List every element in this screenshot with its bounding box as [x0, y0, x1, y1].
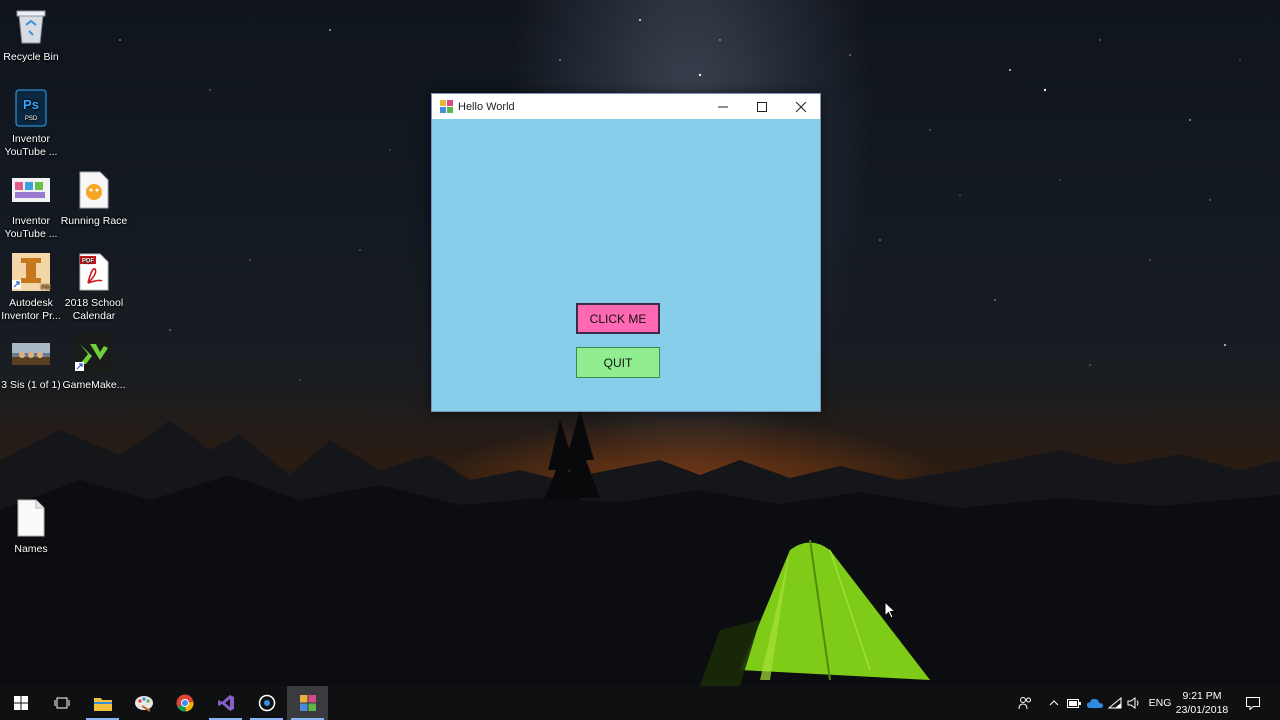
task-view-button[interactable] [41, 686, 82, 720]
network-tray[interactable] [1106, 686, 1124, 720]
photo-thumbnail-icon [11, 334, 51, 374]
desktop-icon-names-file[interactable]: Names [0, 498, 66, 556]
desktop-icon-label: Running Race [60, 215, 128, 227]
file-explorer-icon [93, 697, 112, 711]
hello-world-window[interactable]: Hello World CLICK ME QUIT [431, 93, 821, 412]
click-me-button[interactable]: CLICK ME [576, 303, 660, 334]
chevron-up-icon [1049, 700, 1059, 706]
paint-icon [134, 696, 153, 712]
minimize-icon [717, 106, 728, 107]
mountain-silhouette [0, 410, 1280, 686]
image-thumbnail-icon [11, 170, 51, 210]
minimize-button[interactable] [703, 94, 742, 119]
system-clock[interactable]: 9:21 PM 23/01/2018 [1172, 689, 1232, 717]
maximize-icon [756, 101, 767, 112]
clock-date: 23/01/2018 [1175, 704, 1229, 716]
input-language[interactable]: ENG [1148, 686, 1172, 720]
start-button[interactable] [0, 686, 41, 720]
battery-tray[interactable] [1065, 686, 1083, 720]
desktop-icon-label: Inventor YouTube ... [4, 133, 58, 158]
paint-button[interactable] [123, 686, 164, 720]
desktop-icon-gamemaker[interactable]: GameMake... [59, 334, 129, 392]
show-hidden-icons-button[interactable] [1044, 686, 1064, 720]
desktop-icon-school-calendar[interactable]: PDF 2018 School Calendar [59, 252, 129, 323]
speaker-icon [1127, 697, 1139, 709]
desktop-icon-label: 3 Sis (1 of 1) [1, 379, 61, 391]
onedrive-tray[interactable] [1085, 686, 1105, 720]
desktop-icon-psd-file[interactable]: Ps PSD Inventor YouTube ... [0, 88, 66, 159]
notification-icon [1246, 696, 1260, 710]
desktop-icon-scratch-file[interactable]: Running Race [59, 170, 129, 228]
svg-text:PDF: PDF [82, 259, 94, 265]
desktop-icon-recycle-bin[interactable]: Recycle Bin [0, 6, 66, 64]
visual-studio-button[interactable] [205, 686, 246, 720]
autodesk-inventor-icon: PRO [11, 252, 51, 292]
task-view-icon [54, 697, 69, 709]
text-file-icon [11, 498, 51, 538]
desktop-icon-label: Recycle Bin [3, 51, 59, 63]
photoshop-icon: Ps PSD [11, 88, 51, 128]
file-explorer-button[interactable] [82, 686, 123, 720]
close-icon [795, 101, 806, 112]
clock-time: 9:21 PM [1182, 690, 1222, 702]
chrome-button[interactable] [164, 686, 205, 720]
app-window-icon [440, 100, 453, 113]
svg-text:PRO: PRO [41, 285, 51, 291]
window-client-area: CLICK ME QUIT [432, 119, 820, 411]
recycle-bin-icon [11, 6, 51, 46]
taskbar: ENG 9:21 PM 23/01/2018 [0, 686, 1280, 720]
action-center-button[interactable] [1240, 686, 1266, 720]
people-icon [1018, 697, 1031, 710]
desktop-icon-label: GameMake... [62, 379, 126, 391]
scratch-cat-icon [74, 170, 114, 210]
window-title: Hello World [458, 100, 515, 113]
start-icon [13, 696, 28, 710]
maximize-button[interactable] [742, 94, 781, 119]
desktop-icon-label: Autodesk Inventor Pr... [1, 297, 61, 322]
mouse-cursor-icon [884, 601, 896, 619]
cortana-button[interactable] [246, 686, 287, 720]
wifi-icon [1108, 697, 1122, 709]
battery-icon [1067, 698, 1081, 708]
pdf-icon: PDF [74, 252, 114, 292]
chrome-icon [176, 694, 194, 712]
svg-text:Ps: Ps [23, 97, 39, 112]
desktop-icon-label: Names [14, 543, 48, 555]
svg-text:PSD: PSD [25, 116, 38, 122]
hello-world-app-icon [299, 695, 316, 711]
hello-world-taskbar-button[interactable] [287, 686, 328, 720]
desktop-icon-photo-sis[interactable]: 3 Sis (1 of 1) [0, 334, 66, 392]
desktop-icon-autodesk-inventor[interactable]: PRO Autodesk Inventor Pr... [0, 252, 66, 323]
cortana-icon [258, 694, 275, 712]
volume-tray[interactable] [1125, 686, 1143, 720]
people-button[interactable] [1014, 686, 1036, 720]
visual-studio-icon [217, 695, 234, 711]
window-titlebar[interactable]: Hello World [432, 94, 820, 119]
gamemaker-icon [74, 334, 114, 374]
desktop-icon-image-file[interactable]: Inventor YouTube ... [0, 170, 66, 241]
desktop-icon-label: 2018 School Calendar [64, 297, 124, 322]
onedrive-cloud-icon [1087, 698, 1103, 708]
desktop-icon-label: Inventor YouTube ... [4, 215, 58, 240]
close-button[interactable] [781, 94, 820, 119]
quit-button[interactable]: QUIT [576, 347, 660, 378]
